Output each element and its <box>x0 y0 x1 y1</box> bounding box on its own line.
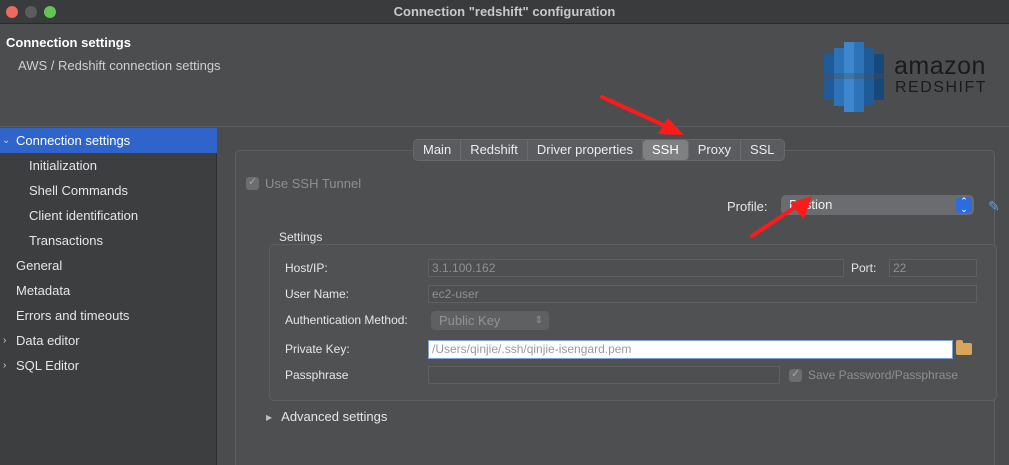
private-key-label: Private Key: <box>285 342 350 356</box>
port-input[interactable]: 22 <box>889 259 977 277</box>
sidebar-item-label: General <box>16 258 63 273</box>
tab-ssl[interactable]: SSL <box>741 140 784 160</box>
sidebar-item-errors-and-timeouts[interactable]: Errors and timeouts <box>0 303 217 328</box>
sidebar-item-sql-editor[interactable]: › SQL Editor <box>0 353 217 378</box>
header-title: Connection settings <box>6 35 131 50</box>
advanced-settings-toggle[interactable]: ▶ Advanced settings <box>266 409 387 424</box>
passphrase-input[interactable] <box>428 366 780 384</box>
auth-method-select[interactable]: Public Key ⇕ <box>431 311 549 330</box>
select-arrows-icon: ⇕ <box>534 315 543 326</box>
main-panel: Use SSH Tunnel Profile: Bastion ⌃⌄ ✎ Set… <box>218 128 1009 465</box>
profile-label: Profile: <box>727 199 768 214</box>
user-name-label: User Name: <box>285 287 350 301</box>
window-controls <box>6 6 56 18</box>
sidebar-item-client-identification[interactable]: Client identification <box>0 203 217 228</box>
amazon-redshift-logo: amazon REDSHIFT <box>822 42 997 112</box>
sidebar-item-label: Data editor <box>16 333 80 348</box>
user-name-input[interactable]: ec2-user <box>428 285 977 303</box>
sidebar-item-initialization[interactable]: Initialization <box>0 153 217 178</box>
host-label: Host/IP: <box>285 261 328 275</box>
zoom-window-button[interactable] <box>44 6 56 18</box>
private-key-input[interactable]: /Users/qinjie/.ssh/qinjie-isengard.pem <box>428 340 953 359</box>
minimize-window-button[interactable] <box>25 6 37 18</box>
tab-main[interactable]: Main <box>414 140 462 160</box>
sidebar-item-shell-commands[interactable]: Shell Commands <box>0 178 217 203</box>
advanced-settings-label: Advanced settings <box>281 409 388 424</box>
save-password-checkbox[interactable] <box>789 367 802 382</box>
host-input[interactable]: 3.1.100.162 <box>428 259 844 277</box>
passphrase-label: Passphrase <box>285 368 349 382</box>
profile-select[interactable]: Bastion ⌃ ⌄ <box>781 195 974 215</box>
sidebar-item-connection-settings[interactable]: ⌄ Connection settings <box>0 128 217 153</box>
settings-sidebar: ⌄ Connection settings Initialization She… <box>0 128 217 465</box>
tab-redshift[interactable]: Redshift <box>461 140 528 160</box>
sidebar-item-label: Errors and timeouts <box>16 308 130 323</box>
folder-icon[interactable] <box>956 340 972 355</box>
profile-select-value: Bastion <box>789 197 833 212</box>
sidebar-item-label: Connection settings <box>16 133 131 148</box>
select-arrows-icon: ⌃ ⌄ <box>956 197 972 214</box>
sidebar-item-label: Transactions <box>29 233 103 248</box>
use-ssh-tunnel-checkbox[interactable] <box>246 175 259 190</box>
sidebar-item-transactions[interactable]: Transactions <box>0 228 217 253</box>
sidebar-item-data-editor[interactable]: › Data editor <box>0 328 217 353</box>
edit-pencil-icon[interactable]: ✎ <box>988 198 1000 215</box>
disclosure-triangle-icon: ▶ <box>266 413 273 422</box>
port-label: Port: <box>851 261 877 275</box>
auth-method-value: Public Key <box>439 313 501 328</box>
settings-group-title: Settings <box>279 230 323 244</box>
sidebar-item-label: Metadata <box>16 283 71 298</box>
tab-bar: Main Redshift Driver properties SSH Prox… <box>413 139 785 161</box>
logo-text-amazon: amazon <box>894 52 986 80</box>
auth-method-label: Authentication Method: <box>285 313 408 327</box>
chevron-down-icon[interactable]: ⌄ <box>2 128 10 153</box>
sidebar-item-label: Initialization <box>29 158 97 173</box>
use-ssh-tunnel-label: Use SSH Tunnel <box>265 176 362 191</box>
sidebar-item-label: Shell Commands <box>29 183 128 198</box>
chevron-right-icon[interactable]: › <box>3 353 6 378</box>
sidebar-item-label: SQL Editor <box>16 358 80 373</box>
tab-proxy[interactable]: Proxy <box>689 140 741 160</box>
redshift-logo-icon <box>824 42 884 112</box>
logo-text-redshift: REDSHIFT <box>895 79 987 96</box>
sidebar-item-metadata[interactable]: Metadata <box>0 278 217 303</box>
window-title: Connection "redshift" configuration <box>393 4 616 19</box>
tab-content-ssh: Use SSH Tunnel Profile: Bastion ⌃⌄ ✎ Set… <box>235 150 1000 465</box>
sidebar-item-general[interactable]: General <box>0 253 217 278</box>
tab-ssh[interactable]: SSH <box>642 140 689 160</box>
save-password-label: Save Password/Passphrase <box>808 368 959 382</box>
header-subtitle: AWS / Redshift connection settings <box>18 58 221 73</box>
chevron-right-icon[interactable]: › <box>3 328 6 353</box>
dialog-header: Connection settings AWS / Redshift conne… <box>0 25 1009 127</box>
sidebar-item-label: Client identification <box>29 208 139 223</box>
tab-driver-properties[interactable]: Driver properties <box>528 140 643 160</box>
close-window-button[interactable] <box>6 6 18 18</box>
title-bar: Connection "redshift" configuration <box>0 0 1009 24</box>
